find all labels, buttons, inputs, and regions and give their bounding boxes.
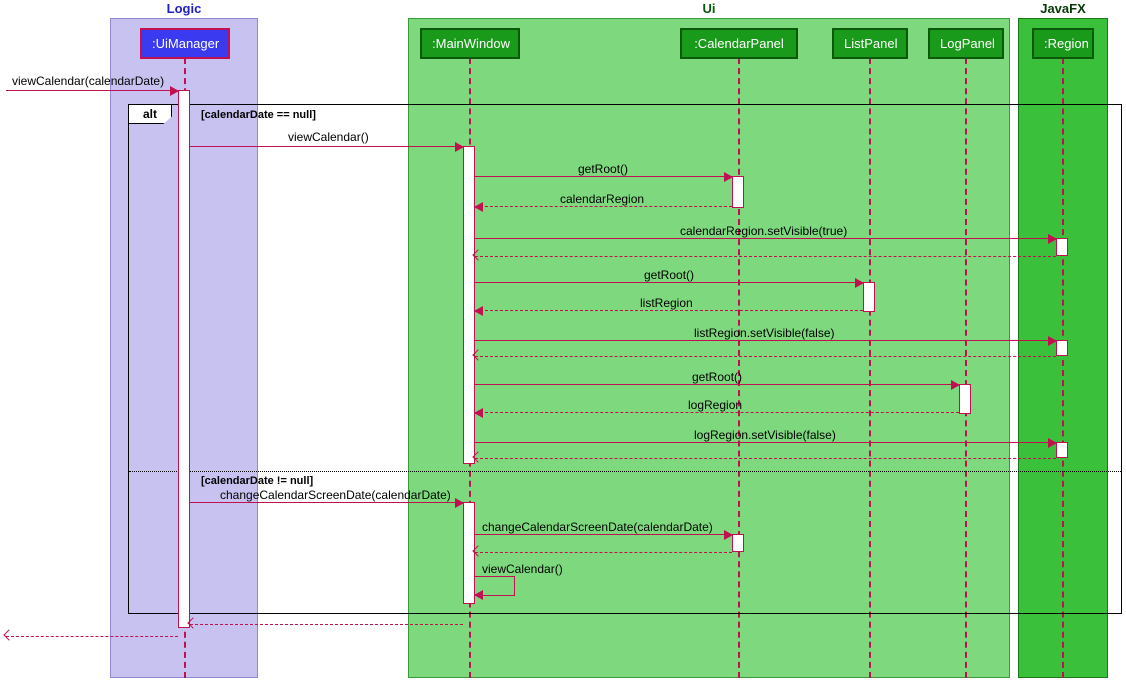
msg-calendarregion-return — [475, 206, 732, 207]
activation-logpanel — [959, 384, 971, 414]
msg-setvisible-true — [475, 238, 1056, 239]
activation-region-2 — [1056, 340, 1068, 356]
msg-changedate-1-label: changeCalendarScreenDate(calendarDate) — [220, 488, 451, 502]
activation-mainwindow-2 — [463, 502, 475, 604]
msg-list-setvisible-return — [475, 356, 1056, 357]
msg-setvisible-true-label: calendarRegion.setVisible(true) — [680, 224, 847, 238]
package-ui-label: Ui — [703, 1, 716, 16]
lifeline-region: :Region — [1032, 28, 1094, 59]
msg-log-setvisible-label: logRegion.setVisible(false) — [694, 428, 836, 442]
msg-entry-label: viewCalendar(calendarDate) — [12, 74, 164, 88]
alt-guard-2: [calendarDate != null] — [201, 475, 313, 487]
msg-getroot-3-label: getRoot() — [692, 370, 742, 384]
alt-tag: alt — [129, 105, 172, 124]
activation-calendarpanel-2 — [732, 534, 744, 552]
lifeline-mainwindow: :MainWindow — [420, 28, 520, 59]
lifeline-region-label: :Region — [1044, 36, 1089, 51]
msg-self-viewcalendar — [475, 576, 515, 596]
lifeline-listpanel: ListPanel — [832, 28, 908, 59]
msg-changedate-2-label: changeCalendarScreenDate(calendarDate) — [482, 520, 713, 534]
activation-region-3 — [1056, 442, 1068, 458]
lifeline-listpanel-label: ListPanel — [844, 36, 897, 51]
msg-getroot-1-label: getRoot() — [578, 162, 628, 176]
msg-list-setvisible-label: listRegion.setVisible(false) — [694, 326, 835, 340]
msg-setvisible-true-return — [475, 256, 1056, 257]
msg-entry — [6, 90, 178, 91]
package-javafx-label: JavaFX — [1040, 1, 1086, 16]
msg-log-setvisible-return — [475, 458, 1056, 459]
alt-guard-1: [calendarDate == null] — [201, 109, 316, 121]
lifeline-logpanel: LogPanel — [928, 28, 1004, 59]
lifeline-calendarpanel-label: :CalendarPanel — [694, 36, 784, 51]
lifeline-logpanel-label: LogPanel — [940, 36, 995, 51]
alt-divider — [129, 471, 1121, 472]
msg-list-setvisible — [475, 340, 1056, 341]
activation-region-1 — [1056, 238, 1068, 256]
msg-logregion-return-label: logRegion — [688, 398, 742, 412]
msg-log-setvisible — [475, 442, 1056, 443]
msg-getroot-1 — [475, 176, 732, 177]
activation-listpanel — [863, 282, 875, 312]
lifeline-uimanager: :UiManager — [140, 28, 230, 59]
msg-getroot-2 — [475, 282, 863, 283]
msg-changedate-2 — [475, 534, 732, 535]
msg-exit — [6, 636, 178, 637]
msg-listregion-return — [475, 310, 863, 311]
alt-frame: alt [calendarDate == null] [calendarDate… — [128, 104, 1122, 614]
activation-calendarpanel-1 — [732, 176, 744, 208]
package-logic-label: Logic — [167, 1, 202, 16]
msg-getroot-3 — [475, 384, 959, 385]
msg-changedate-2-return — [475, 552, 732, 553]
msg-mainwindow-return-2 — [190, 624, 463, 625]
lifeline-calendarpanel: :CalendarPanel — [680, 28, 798, 59]
msg-viewcalendar — [190, 146, 463, 147]
msg-viewcalendar-label: viewCalendar() — [288, 130, 369, 144]
msg-calendarregion-return-label: calendarRegion — [560, 192, 644, 206]
activation-uimanager — [178, 90, 190, 628]
msg-changedate-1 — [190, 502, 463, 503]
msg-logregion-return — [475, 412, 959, 413]
lifeline-uimanager-label: :UiManager — [152, 36, 219, 51]
msg-getroot-2-label: getRoot() — [644, 268, 694, 282]
lifeline-mainwindow-label: :MainWindow — [432, 36, 510, 51]
msg-listregion-return-label: listRegion — [640, 296, 693, 310]
msg-self-viewcalendar-label: viewCalendar() — [482, 562, 563, 576]
